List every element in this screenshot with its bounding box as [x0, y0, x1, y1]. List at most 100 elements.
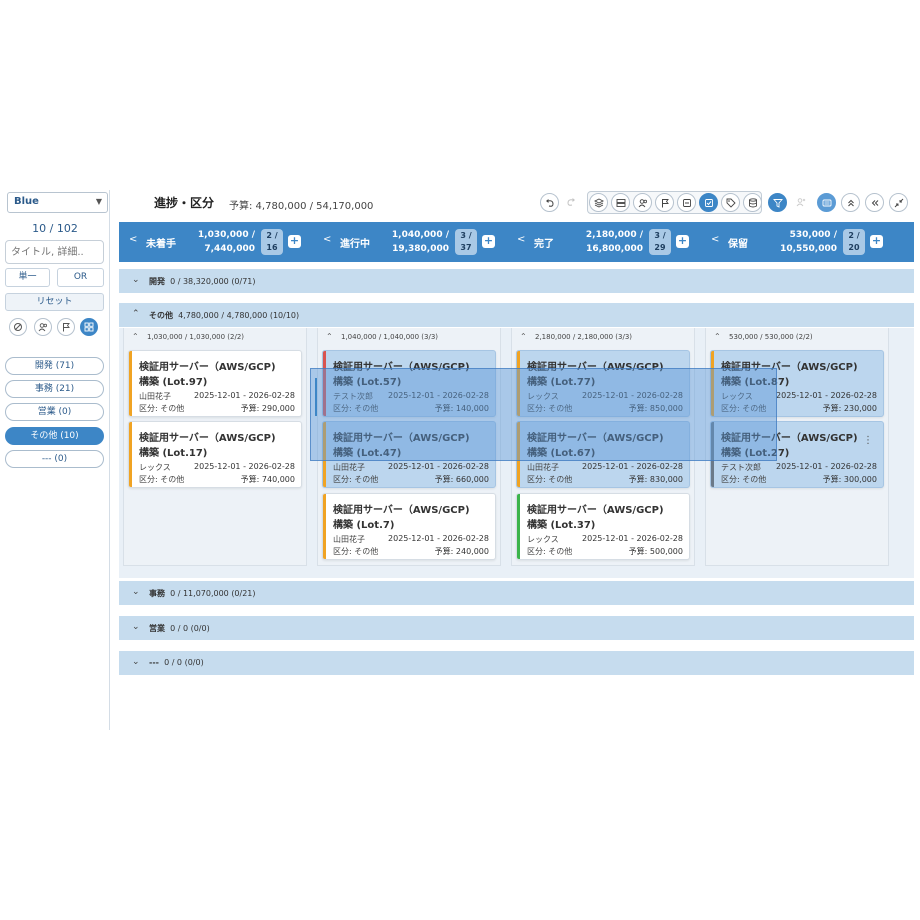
- or-mode-button[interactable]: OR: [57, 268, 104, 287]
- column-budget: 1,040,000 / 19,380,000: [392, 228, 449, 256]
- filter-sales[interactable]: 営業 (0): [5, 403, 104, 421]
- badge-top: 3 /: [654, 231, 666, 240]
- card-dates: 2025-12-01 - 2026-02-28: [582, 534, 683, 543]
- group-office[interactable]: ⌄ 事務 0 / 11,070,000 (0/21): [119, 581, 914, 605]
- card-view-icon[interactable]: [817, 193, 836, 212]
- filter-office[interactable]: 事務 (21): [5, 380, 104, 398]
- group-dev[interactable]: ⌄ 開発 0 / 38,320,000 (0/71): [119, 269, 914, 293]
- undo-button[interactable]: [540, 193, 559, 212]
- chevron-down-icon: ⌄: [132, 275, 140, 285]
- card-budget: 予算: 660,000: [434, 475, 489, 484]
- task-card[interactable]: 検証用サーバー（AWS/GCP) 構築 (Lot.37) レックス 2025-1…: [516, 493, 690, 560]
- lane-summary: 1,040,000 / 1,040,000 (3/3): [341, 333, 439, 341]
- card-category: 区分: その他: [139, 475, 185, 484]
- column-count-badge: 2 / 16: [261, 229, 283, 255]
- chevron-left-icon[interactable]: <: [711, 234, 719, 245]
- card-budget: 予算: 300,000: [822, 475, 877, 484]
- redo-button[interactable]: [562, 193, 581, 212]
- lane-header[interactable]: ⌃ 530,000 / 530,000 (2/2): [706, 328, 888, 346]
- card-dates: 2025-12-01 - 2026-02-28: [776, 391, 877, 400]
- more-options-icon[interactable]: ⋮: [863, 435, 873, 446]
- card-category: 区分: その他: [527, 547, 573, 556]
- chevron-up-icon: ⌃: [714, 332, 721, 341]
- group-title: 開発 0 / 38,320,000 (0/71): [149, 276, 256, 287]
- card-dates: 2025-12-01 - 2026-02-28: [582, 462, 683, 471]
- card-category: 区分: その他: [527, 475, 573, 484]
- column-header-inprogress[interactable]: < 進行中 1,040,000 / 19,380,000 3 / 37 +: [313, 222, 507, 262]
- group-title: その他 4,780,000 / 4,780,000 (10/10): [149, 310, 299, 321]
- database-icon[interactable]: [743, 193, 762, 212]
- add-card-button[interactable]: +: [676, 235, 689, 248]
- badge-bottom: 37: [460, 243, 472, 252]
- group-stats: 4,780,000 / 4,780,000 (10/10): [178, 311, 300, 320]
- group-name: ---: [149, 658, 159, 667]
- lane-header[interactable]: ⌃ 1,030,000 / 1,030,000 (2/2): [124, 328, 306, 346]
- column-budget-line2: 19,380,000: [392, 244, 449, 254]
- card-title: 検証用サーバー（AWS/GCP): [139, 362, 276, 373]
- card-budget: 予算: 740,000: [240, 475, 295, 484]
- group-none[interactable]: ⌄ --- 0 / 0 (0/0): [119, 651, 914, 675]
- task-card[interactable]: 検証用サーバー（AWS/GCP) 構築 (Lot.7) 山田花子 2025-12…: [322, 493, 496, 560]
- group-title: 営業 0 / 0 (0/0): [149, 623, 210, 634]
- users-icon[interactable]: [633, 193, 652, 212]
- search-input[interactable]: [5, 240, 104, 264]
- chevrons-up-icon[interactable]: [841, 193, 860, 212]
- column-budget: 2,180,000 / 16,800,000: [586, 228, 643, 256]
- badge-top: 2 /: [266, 231, 278, 240]
- user-remove-icon[interactable]: [792, 193, 811, 212]
- result-count: 10 / 102: [32, 222, 78, 235]
- chevron-down-icon: ⌄: [132, 657, 140, 667]
- column-header-done[interactable]: < 完了 2,180,000 / 16,800,000 3 / 29 +: [507, 222, 701, 262]
- group-title: 事務 0 / 11,070,000 (0/21): [149, 588, 256, 599]
- tag-off-icon[interactable]: [9, 318, 27, 336]
- layers-icon[interactable]: [589, 193, 608, 212]
- rows-icon[interactable]: [611, 193, 630, 212]
- badge-top: 2 /: [848, 231, 860, 240]
- column-header-todo[interactable]: < 未着手 1,030,000 / 7,440,000 2 / 16 +: [119, 222, 313, 262]
- card-budget: 予算: 240,000: [434, 547, 489, 556]
- add-card-button[interactable]: +: [482, 235, 495, 248]
- minus-box-icon[interactable]: [677, 193, 696, 212]
- column-count-badge: 2 / 20: [843, 229, 865, 255]
- chevron-down-icon: ⌄: [132, 622, 140, 632]
- add-card-button[interactable]: +: [288, 235, 301, 248]
- chevron-left-icon[interactable]: <: [323, 234, 331, 245]
- group-sales[interactable]: ⌄ 営業 0 / 0 (0/0): [119, 616, 914, 640]
- flag-icon[interactable]: [655, 193, 674, 212]
- filter-icon[interactable]: [768, 193, 787, 212]
- group-stats: 0 / 11,070,000 (0/21): [170, 589, 256, 598]
- single-mode-button[interactable]: 単一: [5, 268, 50, 287]
- task-card[interactable]: 検証用サーバー（AWS/GCP) 構築 (Lot.97) 山田花子 2025-1…: [128, 350, 302, 417]
- chevron-left-icon[interactable]: <: [129, 234, 137, 245]
- group-name: 営業: [149, 624, 165, 633]
- reset-button[interactable]: リセット: [5, 293, 104, 311]
- priority-stripe: [129, 422, 132, 487]
- users-icon[interactable]: [34, 318, 52, 336]
- filter-dev[interactable]: 開発 (71): [5, 357, 104, 375]
- column-header-onhold[interactable]: < 保留 530,000 / 10,550,000 2 / 20 +: [701, 222, 914, 262]
- collapse-icon[interactable]: [889, 193, 908, 212]
- column-budget: 530,000 / 10,550,000: [780, 228, 837, 256]
- lane-summary: 530,000 / 530,000 (2/2): [729, 333, 813, 341]
- chevrons-left-icon[interactable]: [865, 193, 884, 212]
- tag-icon[interactable]: [721, 193, 740, 212]
- page-title: 進捗・区分: [154, 196, 215, 210]
- group-name: 事務: [149, 589, 165, 598]
- lane-header[interactable]: ⌃ 1,040,000 / 1,040,000 (3/3): [318, 328, 500, 346]
- column-budget: 1,030,000 / 7,440,000: [198, 228, 255, 256]
- card-assignee: 山田花子: [139, 392, 171, 401]
- card-assignee: レックス: [139, 463, 171, 472]
- lane-header[interactable]: ⌃ 2,180,000 / 2,180,000 (3/3): [512, 328, 694, 346]
- add-card-button[interactable]: +: [870, 235, 883, 248]
- check-box-icon[interactable]: [699, 193, 718, 212]
- task-card[interactable]: 検証用サーバー（AWS/GCP) 構築 (Lot.17) レックス 2025-1…: [128, 421, 302, 488]
- theme-select[interactable]: Blue ▼: [7, 192, 108, 213]
- group-other[interactable]: ⌃ その他 4,780,000 / 4,780,000 (10/10): [119, 303, 914, 327]
- grid-icon[interactable]: [80, 318, 98, 336]
- drop-indicator: [315, 378, 317, 416]
- filter-other[interactable]: その他 (10): [5, 427, 104, 445]
- chevron-left-icon[interactable]: <: [517, 234, 525, 245]
- filter-none[interactable]: --- (0): [5, 450, 104, 468]
- flag-icon[interactable]: [57, 318, 75, 336]
- column-name: 未着手: [146, 239, 176, 250]
